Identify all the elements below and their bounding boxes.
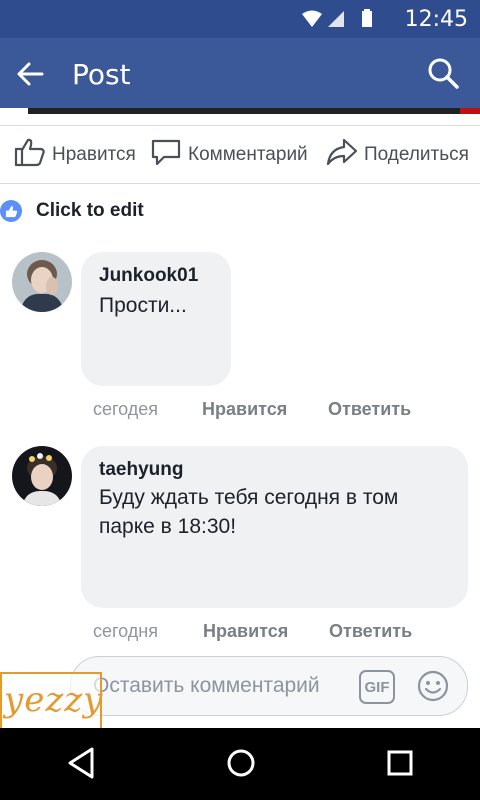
app-bar: Post bbox=[0, 38, 480, 108]
divider bbox=[0, 125, 480, 126]
divider bbox=[0, 183, 480, 184]
post-action-bar: Нравится Комментарий Поделиться bbox=[0, 127, 480, 183]
share-label: Поделиться bbox=[364, 144, 469, 165]
post-media-edge bbox=[0, 108, 480, 114]
comment-like-link[interactable]: Нравится bbox=[203, 621, 288, 642]
share-button[interactable]: Поделиться bbox=[326, 137, 469, 173]
comment-bubble-icon bbox=[150, 137, 188, 173]
comment-text: Буду ждать тебя сегодня в том парке в 18… bbox=[99, 486, 399, 538]
comment-bubble: taehyung Буду ждать тебя сегодня в том п… bbox=[81, 446, 468, 608]
comment-author[interactable]: taehyung bbox=[99, 459, 183, 481]
avatar[interactable] bbox=[12, 252, 72, 312]
wifi-icon bbox=[302, 10, 322, 27]
emoji-icon[interactable] bbox=[417, 670, 449, 707]
comment-author[interactable]: Junkook01 bbox=[99, 265, 198, 287]
comment-reply-link[interactable]: Ответить bbox=[328, 399, 411, 420]
like-label: Нравится bbox=[52, 144, 136, 165]
comment-reply-link[interactable]: Ответить bbox=[329, 621, 412, 642]
reactions-summary[interactable]: Click to edit bbox=[0, 200, 144, 222]
gif-button[interactable]: GIF bbox=[359, 670, 395, 704]
nav-recents-icon[interactable] bbox=[386, 746, 414, 785]
search-icon[interactable] bbox=[426, 56, 460, 95]
like-button[interactable]: Нравится bbox=[14, 137, 136, 173]
thumbs-up-icon bbox=[14, 137, 52, 173]
comment-like-link[interactable]: Нравится bbox=[202, 399, 287, 420]
comment-reply-label: Ответить bbox=[329, 621, 413, 641]
signal-icon bbox=[328, 11, 344, 27]
nav-back-icon[interactable] bbox=[66, 746, 96, 785]
comment-composer[interactable]: Оставить комментарий GIF bbox=[70, 656, 468, 716]
comment-reply-label: Ответить bbox=[328, 399, 412, 419]
avatar[interactable] bbox=[12, 446, 72, 506]
reactions-label: Click to edit bbox=[36, 200, 144, 221]
watermark-text: yezzy bbox=[4, 680, 104, 720]
comment-bubble: Junkook01 Прости... bbox=[81, 252, 231, 386]
nav-home-icon[interactable] bbox=[225, 746, 257, 785]
page-title: Post bbox=[72, 58, 131, 91]
back-arrow-icon[interactable] bbox=[16, 60, 44, 93]
battery-icon bbox=[362, 9, 372, 27]
like-badge-icon bbox=[0, 200, 22, 222]
system-nav-bar bbox=[0, 728, 480, 800]
comment-like-label: Нравится bbox=[202, 399, 288, 419]
comment-button[interactable]: Комментарий bbox=[150, 139, 308, 171]
comment-input-placeholder[interactable]: Оставить комментарий bbox=[93, 674, 320, 698]
watermark: yezzy bbox=[0, 672, 102, 730]
comment-like-label: Нравится bbox=[203, 621, 289, 641]
status-bar: 12:45 bbox=[0, 0, 480, 38]
comment-label: Комментарий bbox=[188, 144, 308, 165]
comment-timestamp: сегодня bbox=[93, 621, 158, 641]
share-arrow-icon bbox=[326, 137, 364, 173]
status-icons bbox=[300, 9, 380, 36]
comment-text: Прости... bbox=[99, 294, 187, 317]
status-time: 12:45 bbox=[404, 7, 468, 32]
comment-timestamp: сегодея bbox=[93, 399, 159, 419]
